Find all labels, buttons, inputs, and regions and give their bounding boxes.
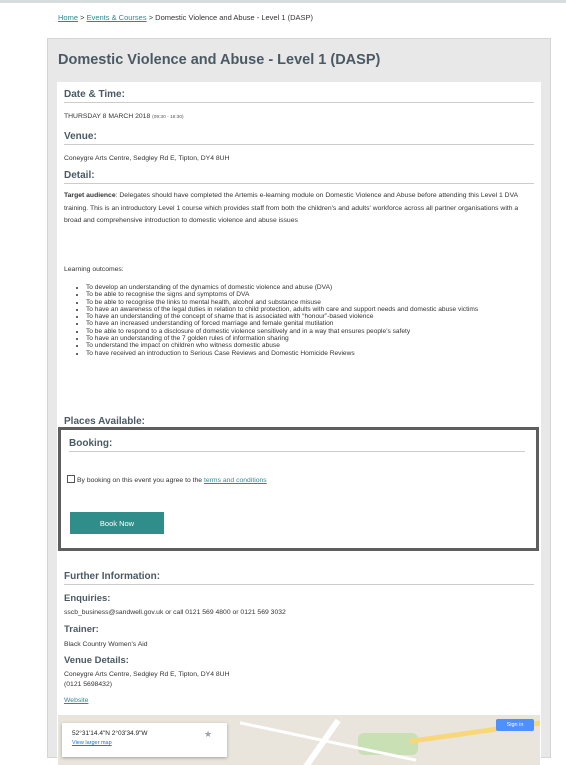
enquiries-text: sscb_business@sandwell.gov.uk or call 01… [64, 609, 286, 616]
event-time: (09:30 - 16:30) [152, 115, 184, 120]
enquiries-heading: Enquiries: [64, 593, 111, 604]
list-item: To have an increased understanding of fo… [86, 320, 540, 327]
event-date: THURSDAY 8 MARCH 2018 (09:30 - 16:30) [64, 113, 184, 120]
view-larger-map-link[interactable]: View larger map [72, 740, 112, 746]
map-info-card: 52°31'14.4"N 2°03'34.9"W View larger map… [62, 723, 227, 757]
breadcrumb-separator: > [146, 13, 156, 22]
list-item: To have an understanding of the 7 golden… [86, 335, 540, 342]
event-content: Date & Time: THURSDAY 8 MARCH 2018 (09:3… [57, 82, 541, 762]
venue-details-heading: Venue Details: [64, 655, 129, 666]
page-title: Domestic Violence and Abuse - Level 1 (D… [58, 52, 381, 68]
booking-heading: Booking: [69, 438, 525, 452]
breadcrumb-current: Domestic Violence and Abuse - Level 1 (D… [155, 13, 314, 22]
list-item: To be able to recognise the links to men… [86, 299, 540, 306]
venue-map[interactable]: 52°31'14.4"N 2°03'34.9"W View larger map… [58, 715, 540, 765]
target-audience: Target audience: Delegates should have c… [64, 190, 536, 228]
list-item: To be able to recognise the signs and sy… [86, 291, 540, 298]
list-item: To understand the impact on children who… [86, 342, 540, 349]
terms-link[interactable]: terms and conditions [204, 477, 267, 484]
booking-agreement-text: By booking on this event you agree to th… [77, 477, 204, 484]
top-divider [0, 0, 566, 3]
map-sign-in-button[interactable]: Sign in [496, 719, 534, 731]
trainer-heading: Trainer: [64, 624, 99, 635]
book-now-button[interactable]: Book Now [70, 512, 164, 534]
target-audience-text: : Delegates should have completed the Ar… [64, 192, 519, 224]
breadcrumb: Home > Events & Courses > Domestic Viole… [58, 13, 313, 22]
further-info-heading: Further Information: [64, 571, 534, 585]
venue-heading: Venue: [64, 131, 534, 145]
breadcrumb-home-link[interactable]: Home [58, 13, 78, 22]
venue-address: Coneygre Arts Centre, Sedgley Rd E, Tipt… [64, 155, 230, 162]
venue-details-phone: (0121 5698432) [64, 681, 112, 688]
map-park-area [358, 733, 418, 755]
trainer-text: Black Country Women's Aid [64, 641, 148, 648]
breadcrumb-separator: > [78, 13, 87, 22]
learning-outcomes-label: Learning outcomes: [64, 266, 124, 273]
date-time-heading: Date & Time: [64, 89, 534, 103]
booking-agreement: By booking on this event you agree to th… [67, 475, 267, 484]
list-item: To have received an introduction to Seri… [86, 350, 540, 357]
detail-heading: Detail: [64, 170, 534, 184]
list-item: To have an awareness of the legal duties… [86, 306, 540, 313]
star-icon[interactable]: ★ [204, 729, 212, 740]
venue-details-address: Coneygre Arts Centre, Sedgley Rd E, Tipt… [64, 671, 230, 678]
list-item: To have an understanding of the concept … [86, 313, 540, 320]
booking-box: Booking: By booking on this event you ag… [58, 427, 539, 551]
event-panel: Domestic Violence and Abuse - Level 1 (D… [47, 38, 551, 765]
learning-outcomes-list: To develop an understanding of the dynam… [64, 284, 540, 357]
map-coordinates: 52°31'14.4"N 2°03'34.9"W [72, 730, 148, 737]
website-link[interactable]: Website [64, 697, 88, 704]
list-item: To develop an understanding of the dynam… [86, 284, 540, 291]
terms-checkbox[interactable] [67, 475, 75, 483]
list-item: To be able to respond to a disclosure of… [86, 328, 540, 335]
breadcrumb-events-link[interactable]: Events & Courses [87, 13, 147, 22]
event-date-text: THURSDAY 8 MARCH 2018 [64, 113, 151, 120]
target-audience-label: Target audience [64, 192, 116, 199]
